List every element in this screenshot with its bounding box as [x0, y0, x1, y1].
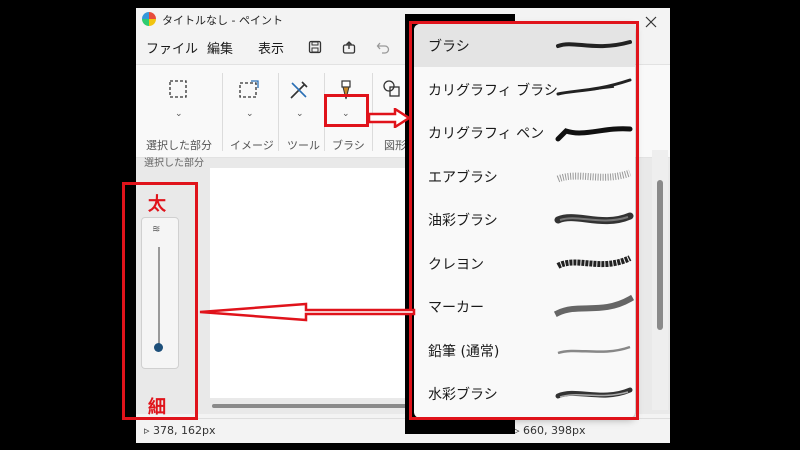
selection-chevron-down-icon[interactable]: ⌄: [175, 109, 183, 119]
ribbon-tools-label: ツール: [287, 139, 320, 152]
shapes-icon[interactable]: [382, 79, 402, 99]
dropdown-highlight-box: [409, 21, 639, 420]
brush-button-highlight-box: [324, 94, 369, 127]
image-chevron-down-icon[interactable]: ⌄: [246, 109, 254, 119]
horizontal-scrollbar[interactable]: [212, 404, 408, 408]
share-icon[interactable]: [342, 40, 356, 54]
left-arrow-icon: [199, 302, 416, 322]
menu-edit[interactable]: 編集: [207, 38, 233, 57]
ribbon-divider: [278, 73, 279, 151]
pointer-icon: ▹: [144, 424, 154, 437]
annotation-thick: 太: [148, 194, 166, 215]
image-icon[interactable]: [238, 79, 260, 101]
window-title: タイトルなし - ペイント: [162, 14, 283, 27]
window-close-icon[interactable]: [643, 14, 659, 30]
size-slider-thumb[interactable]: [154, 343, 163, 352]
menu-file[interactable]: ファイル: [146, 38, 198, 57]
save-icon[interactable]: [308, 40, 322, 54]
selection-icon[interactable]: [168, 79, 188, 99]
ribbon-shapes-label: 図形: [384, 139, 406, 152]
ribbon-divider: [222, 73, 223, 151]
tools-chevron-down-icon[interactable]: ⌄: [296, 109, 304, 119]
menu-view[interactable]: 表示: [258, 38, 284, 57]
ribbon-select-label: 選択した部分: [146, 139, 212, 152]
tools-icon[interactable]: [288, 79, 310, 101]
canvas-label-fragment: 選択した部分: [144, 158, 204, 169]
vertical-scrollbar-thumb[interactable]: [657, 180, 663, 330]
canvas-size: ▹ 660, 398px: [514, 424, 586, 437]
undo-icon[interactable]: [376, 40, 390, 54]
slider-grip-icon: ≋: [152, 224, 161, 235]
canvas-size-value: 660, 398px: [523, 424, 586, 437]
ribbon-image-label: イメージ: [230, 139, 274, 152]
annotation-thin: 細: [148, 397, 166, 418]
pointer-icon: ▹: [514, 424, 524, 437]
cursor-position: ▹ 378, 162px: [144, 424, 216, 437]
paint-app-icon: [142, 12, 156, 26]
ribbon-brush-label: ブラシ: [332, 139, 365, 152]
right-arrow-icon: [369, 108, 411, 128]
size-slider-track[interactable]: [158, 247, 160, 347]
status-bar: ▹ 378, 162px ▹ 660, 398px: [136, 418, 670, 443]
cursor-position-value: 378, 162px: [153, 424, 216, 437]
